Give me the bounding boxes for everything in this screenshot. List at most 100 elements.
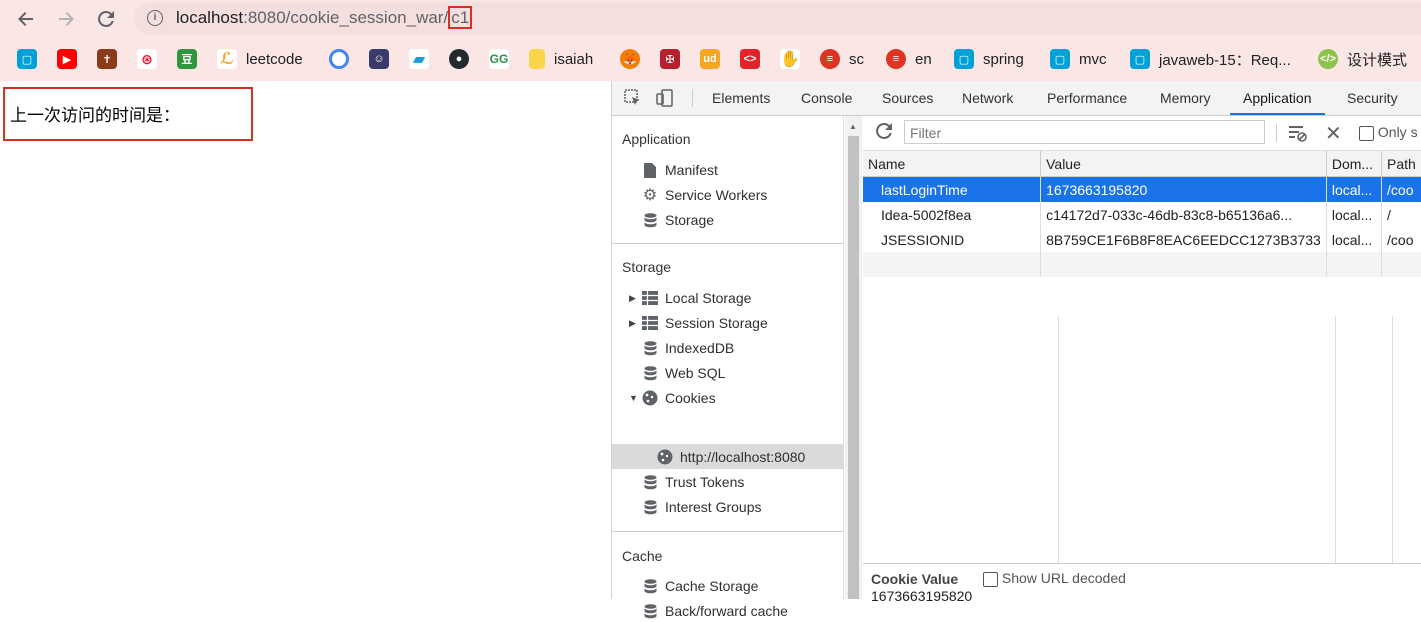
- expand-arrow-icon[interactable]: ▶: [629, 293, 636, 304]
- cell-value: 8B759CE1F6B8F8EAC6EEDCC1273B3733: [1040, 227, 1327, 252]
- only-show-checkbox[interactable]: Only s: [1359, 124, 1418, 141]
- table-row[interactable]: JSESSIONID 8B759CE1F6B8F8EAC6EEDCC1273B3…: [863, 227, 1421, 252]
- bilibili-icon: ▢: [1050, 49, 1070, 69]
- bookmark-isaiah[interactable]: isaiah: [529, 48, 593, 70]
- back-button[interactable]: [14, 7, 38, 31]
- devtools-panel: Elements Console Sources Network Perform…: [611, 81, 1421, 619]
- cookies-toolbar: Filter ✕ Only s: [863, 116, 1421, 151]
- column-header-value[interactable]: Value: [1040, 151, 1327, 177]
- sidebar-item-storage[interactable]: Storage: [642, 209, 714, 231]
- sidebar-item-web-sql[interactable]: Web SQL: [642, 362, 725, 384]
- refresh-button[interactable]: [875, 122, 893, 143]
- table-icon: [642, 315, 658, 331]
- cell-domain: local...: [1326, 227, 1383, 252]
- sidebar-item-cookie-origin[interactable]: http://localhost:8080: [657, 446, 805, 468]
- cookie-value-text: 1673663195820: [871, 588, 973, 604]
- expand-arrow-icon[interactable]: ▶: [629, 318, 636, 329]
- forward-button[interactable]: [54, 7, 78, 31]
- bookmark-leetcode[interactable]: ℒleetcode: [217, 48, 303, 70]
- bookmark-design-pattern[interactable]: </> 设计模式: [1318, 48, 1407, 70]
- bookmark-javaweb[interactable]: ▢ javaweb-15：Req...: [1130, 48, 1291, 70]
- tab-sources[interactable]: Sources: [882, 81, 933, 115]
- leetcode-icon: ℒ: [217, 49, 237, 69]
- cell-path: /coo: [1381, 227, 1421, 252]
- bookmark-mvc[interactable]: ▢ mvc: [1050, 48, 1107, 70]
- sidebar-item-local-storage[interactable]: ▶ Local Storage: [629, 287, 751, 309]
- tab-memory[interactable]: Memory: [1160, 81, 1211, 115]
- bookmark-gfg[interactable]: GG: [489, 48, 509, 70]
- bookmark-udacity[interactable]: ud: [700, 48, 720, 70]
- sidebar-item-manifest[interactable]: Manifest: [642, 159, 718, 181]
- tab-performance[interactable]: Performance: [1047, 81, 1127, 115]
- sidebar-item-service-workers[interactable]: ⚙ Service Workers: [642, 184, 768, 206]
- tab-application[interactable]: Application: [1230, 81, 1325, 115]
- bookmark-chrome[interactable]: [329, 48, 349, 70]
- database-icon: [642, 365, 658, 381]
- column-header-path[interactable]: Path: [1381, 151, 1421, 177]
- bookmark-bible[interactable]: ✝: [97, 48, 117, 70]
- tab-console[interactable]: Console: [801, 81, 852, 115]
- file-icon: [642, 162, 658, 178]
- sidebar-scrollbar[interactable]: ▲: [845, 116, 862, 599]
- sidebar-item-back-forward-cache[interactable]: Back/forward cache: [642, 600, 788, 622]
- bookmark-youtube[interactable]: ▶: [57, 48, 77, 70]
- bookmark-avatar[interactable]: ☺: [369, 48, 389, 70]
- bookmark-spring[interactable]: ▢ spring: [954, 48, 1024, 70]
- inspect-element-icon[interactable]: [624, 89, 642, 107]
- bookmark-douban[interactable]: 豆: [177, 48, 197, 70]
- bookmark-cambridge[interactable]: ✠: [660, 48, 680, 70]
- checkbox-icon[interactable]: [1359, 125, 1374, 141]
- show-url-decoded-checkbox[interactable]: Show URL decoded: [983, 570, 1126, 587]
- udacity-icon: ud: [700, 49, 720, 69]
- column-header-name[interactable]: Name: [863, 151, 1042, 177]
- fox-icon: 🦊: [620, 49, 640, 69]
- tab-elements[interactable]: Elements: [712, 81, 770, 115]
- checkbox-icon[interactable]: [983, 571, 998, 587]
- bookmark-sc[interactable]: ≡ sc: [820, 48, 864, 70]
- sidebar-item-session-storage[interactable]: ▶ Session Storage: [629, 312, 768, 334]
- cell-name: JSESSIONID: [863, 227, 1042, 252]
- cookies-panel: Filter ✕ Only s Name Value Dom... Path l…: [863, 116, 1421, 604]
- scroll-up-arrow-icon[interactable]: ▲: [849, 122, 857, 131]
- bookmark-weibo[interactable]: ⊛: [137, 48, 157, 70]
- address-bar[interactable]: i localhost:8080/cookie_session_war/c1: [134, 2, 1421, 35]
- delete-all-button[interactable]: ✕: [1325, 121, 1342, 146]
- reload-button[interactable]: [94, 7, 118, 31]
- bookmark-hand[interactable]: ✋: [780, 48, 800, 70]
- filter-input[interactable]: Filter: [904, 120, 1265, 144]
- bookmark-fox[interactable]: 🦊: [620, 48, 640, 70]
- gear-icon: ⚙: [642, 187, 658, 204]
- bookmark-fish[interactable]: <>: [740, 48, 760, 70]
- bible-icon: ✝: [97, 49, 117, 69]
- chrome-icon: [329, 49, 349, 69]
- cookie-icon: [657, 449, 673, 465]
- clear-filtered-button[interactable]: [1288, 124, 1308, 145]
- bookmark-en[interactable]: ≡ en: [886, 48, 932, 70]
- tab-network[interactable]: Network: [962, 81, 1013, 115]
- sidebar-item-cache-storage[interactable]: Cache Storage: [642, 575, 758, 597]
- bookmark-tag[interactable]: ▰: [409, 48, 429, 70]
- bookmark-github[interactable]: ●: [449, 48, 469, 70]
- cell-name: Idea-5002f8ea: [863, 202, 1042, 227]
- sidebar-item-indexeddb[interactable]: IndexedDB: [642, 337, 734, 359]
- refresh-icon: [876, 122, 892, 139]
- section-storage: Storage: [622, 259, 672, 275]
- column-fill: [1336, 316, 1393, 563]
- cell-value: c14172d7-033c-46db-83c8-b65136a6...: [1040, 202, 1327, 227]
- info-icon[interactable]: i: [147, 10, 163, 26]
- tab-security[interactable]: Security: [1347, 81, 1398, 115]
- arrow-right-icon: [59, 12, 74, 26]
- collapse-arrow-icon[interactable]: ▼: [629, 393, 638, 403]
- sidebar-item-interest-groups[interactable]: Interest Groups: [642, 496, 762, 518]
- cookie-icon: [642, 390, 658, 406]
- table-row[interactable]: lastLoginTime 1673663195820 local... /co…: [863, 176, 1421, 202]
- sidebar-item-cookies[interactable]: ▼ Cookies: [629, 387, 716, 409]
- bookmark-bilibili[interactable]: ▢: [17, 48, 37, 70]
- column-header-domain[interactable]: Dom...: [1326, 151, 1383, 177]
- device-toolbar-icon[interactable]: [656, 89, 674, 107]
- table-row[interactable]: Idea-5002f8ea c14172d7-033c-46db-83c8-b6…: [863, 202, 1421, 227]
- hand-icon: ✋: [780, 49, 800, 69]
- scrollbar-thumb[interactable]: [848, 136, 859, 599]
- tab-divider: [692, 89, 693, 107]
- sidebar-item-trust-tokens[interactable]: Trust Tokens: [642, 471, 744, 493]
